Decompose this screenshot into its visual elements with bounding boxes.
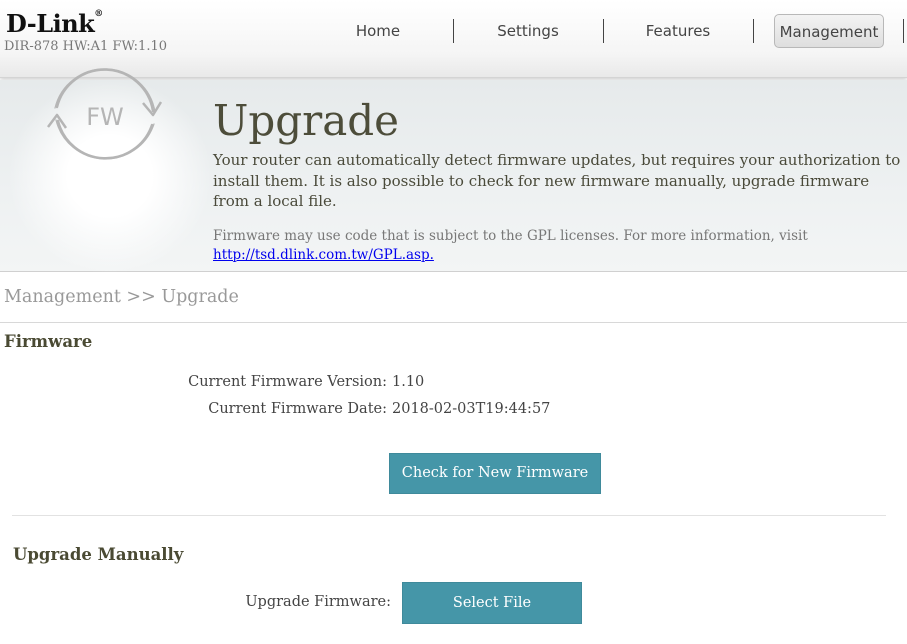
gpl-text: Firmware may use code that is subject to…	[213, 228, 808, 244]
firmware-date-label: Current Firmware Date:	[208, 401, 387, 417]
svg-text:FW: FW	[86, 103, 124, 131]
select-file-button[interactable]: Select File	[402, 582, 582, 624]
nav-divider	[753, 19, 754, 43]
nav-divider	[903, 19, 904, 43]
page-description: Your router can automatically detect fir…	[213, 151, 901, 210]
gpl-notice: Firmware may use code that is subject to…	[213, 227, 903, 265]
dlink-logo: D-Link®	[6, 9, 103, 38]
check-firmware-button[interactable]: Check for New Firmware	[389, 453, 601, 494]
firmware-version-value: 1.10	[392, 374, 425, 390]
firmware-date-value: 2018-02-03T19:44:57	[392, 401, 551, 417]
divider	[12, 515, 886, 516]
nav-management[interactable]: Management	[774, 14, 884, 48]
nav-settings[interactable]: Settings	[478, 14, 578, 48]
model-info: DIR-878 HW:A1 FW:1.10	[4, 39, 168, 54]
breadcrumb: Management >> Upgrade	[4, 287, 239, 307]
nav-home[interactable]: Home	[328, 14, 428, 48]
firmware-refresh-icon: FW	[44, 63, 166, 173]
gpl-link[interactable]: http://tsd.dlink.com.tw/GPL.asp.	[213, 246, 434, 265]
divider	[0, 322, 907, 323]
nav-divider	[603, 19, 604, 43]
nav-features[interactable]: Features	[628, 14, 728, 48]
upgrade-manually-section-title: Upgrade Manually	[13, 545, 184, 564]
page-title: Upgrade	[213, 96, 400, 145]
firmware-section-title: Firmware	[4, 332, 93, 351]
nav-divider	[453, 19, 454, 43]
firmware-version-label: Current Firmware Version:	[188, 374, 387, 390]
upgrade-firmware-label: Upgrade Firmware:	[245, 594, 391, 610]
